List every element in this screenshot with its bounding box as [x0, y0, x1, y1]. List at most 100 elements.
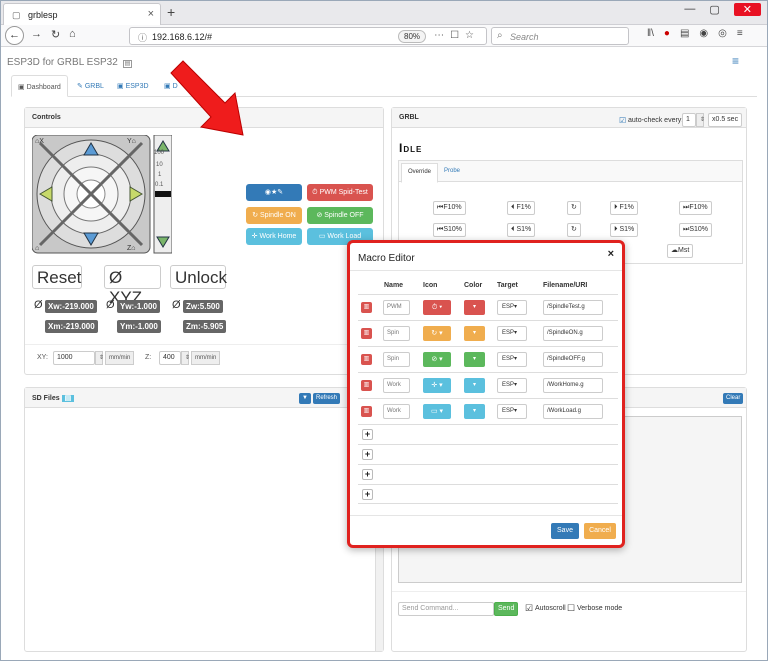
macro-name-input[interactable]: Work — [383, 404, 410, 419]
jog-dial[interactable] — [32, 135, 172, 255]
browser-tab[interactable]: ▢ grblesp × — [3, 3, 161, 25]
feed-minus-1-button[interactable]: ⏴ F1% — [507, 201, 535, 215]
xy-feed-input[interactable]: 1000 — [53, 351, 95, 365]
target-select[interactable]: ESP▾ — [497, 378, 527, 393]
save-button[interactable]: Save — [551, 523, 579, 539]
filename-input[interactable]: /SpindleOFF.g — [543, 352, 603, 367]
z-feed-spinner-icon[interactable]: ⇕ — [181, 351, 190, 365]
ban-icon[interactable]: ⊘ ▾ — [423, 352, 451, 367]
filter-icon[interactable]: ▼ — [299, 393, 311, 404]
target-select[interactable]: ESP▾ — [497, 300, 527, 315]
clear-button[interactable]: Clear — [723, 393, 744, 404]
clock-icon[interactable]: ⏱ ▾ — [423, 300, 451, 315]
delete-icon[interactable]: ▥ — [361, 302, 372, 313]
autocheck-spinner-icon[interactable]: ⇕ — [696, 113, 705, 127]
refresh-icon[interactable]: ↻ ▾ — [423, 326, 451, 341]
reset-button[interactable]: Reset — [32, 265, 82, 289]
tab-probe[interactable]: Probe — [444, 168, 460, 174]
refresh-button[interactable]: Refresh — [313, 393, 341, 404]
send-button[interactable]: Send — [494, 602, 519, 616]
color-select[interactable]: ▾ — [464, 378, 485, 393]
filename-input[interactable]: /WorkHome.g — [543, 378, 603, 393]
autocheck-checkbox[interactable]: ☑ — [619, 116, 626, 125]
unlock-button[interactable]: Unlock — [170, 265, 227, 289]
step-0-1[interactable]: 0.1 — [155, 182, 163, 188]
filename-input[interactable]: /SpindleTest.g — [543, 300, 603, 315]
add-icon[interactable]: + — [362, 469, 373, 480]
feed-plus-1-button[interactable]: ⏵ F1% — [610, 201, 638, 215]
tab-esp3d[interactable]: ▣ ESP3D — [111, 75, 155, 97]
home-x-label[interactable]: ⌂X — [35, 138, 44, 145]
macro-button-1[interactable]: ◉★✎ — [246, 184, 302, 201]
library-icon[interactable]: ‖\ — [647, 28, 654, 39]
zero-xyz-button[interactable]: Ø XYZ — [104, 265, 161, 307]
spindle-plus-1-button[interactable]: ⏵ S1% — [610, 223, 639, 237]
delete-icon[interactable]: ▥ — [361, 380, 372, 391]
back-icon[interactable]: ← — [5, 26, 24, 45]
step-10[interactable]: 10 — [156, 162, 163, 168]
minimize-icon[interactable]: — — [684, 3, 695, 16]
macro-button-spindle-on[interactable]: ↻ Spindle ON — [246, 207, 302, 224]
delete-icon[interactable]: ▥ — [361, 354, 372, 365]
color-select[interactable]: ▾ — [464, 300, 485, 315]
add-icon[interactable]: + — [362, 489, 373, 500]
zero-y-icon[interactable]: Ø — [106, 299, 115, 311]
add-icon[interactable]: + — [362, 429, 373, 440]
page-actions-icon[interactable]: ⋯☐☆ — [434, 30, 480, 41]
extension-icon[interactable]: ◉ — [699, 28, 708, 39]
zoom-badge[interactable]: 80% — [398, 30, 427, 43]
macro-button-spindle-off[interactable]: ⊘ Spindle OFF — [307, 207, 373, 224]
delete-icon[interactable]: ▥ — [361, 328, 372, 339]
adblock-icon[interactable]: ● — [664, 28, 670, 39]
macro-name-input[interactable]: PWM — [383, 300, 410, 315]
forward-icon[interactable]: → — [31, 28, 42, 40]
delete-icon[interactable]: ▥ — [361, 406, 372, 417]
new-tab-icon[interactable]: + — [167, 4, 175, 20]
tab-override[interactable]: Override — [401, 163, 439, 183]
macro-name-input[interactable]: Work — [383, 378, 410, 393]
macro-button-work-home[interactable]: ✛ Work Home — [246, 228, 302, 245]
modal-close-icon[interactable]: × — [608, 248, 614, 260]
autocheck-input[interactable]: 1 — [682, 113, 696, 127]
feed-minus-10-button[interactable]: ⏮F10% — [433, 201, 466, 215]
filename-input[interactable]: /WorkLoad.g — [543, 404, 603, 419]
cancel-button[interactable]: Cancel — [584, 523, 616, 539]
hdd-icon[interactable]: ▭ ▾ — [423, 404, 451, 419]
color-select[interactable]: ▾ — [464, 404, 485, 419]
mist-button[interactable]: ☁Mst — [667, 244, 694, 258]
feed-plus-10-button[interactable]: ⏭F10% — [679, 201, 712, 215]
spindle-minus-10-button[interactable]: ⏮S10% — [433, 223, 466, 237]
color-select[interactable]: ▾ — [464, 352, 485, 367]
verbose-checkbox[interactable]: ☐ — [567, 603, 575, 614]
macro-button-pwm[interactable]: ⏱ PWM Spid-Test — [307, 184, 373, 201]
reload-icon[interactable]: ↻ — [51, 28, 60, 41]
zero-x-icon[interactable]: Ø — [34, 299, 43, 311]
zero-z-icon[interactable]: Ø — [172, 299, 181, 311]
step-1[interactable]: 1 — [158, 172, 161, 178]
tab-dashboard[interactable]: ▣ Dashboard — [11, 75, 68, 97]
autoscroll-checkbox[interactable]: ☑ — [525, 603, 533, 614]
account-icon[interactable]: ◎ — [718, 28, 727, 39]
tab-grbl[interactable]: ✎ GRBL — [71, 75, 110, 97]
search-box[interactable]: ⌕ Search — [491, 27, 629, 45]
add-icon[interactable]: + — [362, 449, 373, 460]
target-select[interactable]: ESP▾ — [497, 326, 527, 341]
macro-name-input[interactable]: Spin — [383, 326, 410, 341]
close-window-icon[interactable]: ✕ — [733, 3, 761, 16]
macro-name-input[interactable]: Spin — [383, 352, 410, 367]
home-y-label[interactable]: Y⌂ — [127, 138, 136, 145]
spindle-reset-icon[interactable]: ↻ — [567, 223, 581, 237]
color-select[interactable]: ▾ — [464, 326, 485, 341]
info-icon[interactable]: ⓘ — [138, 31, 147, 44]
home-icon[interactable]: ⌂ — [69, 28, 76, 40]
menu-icon[interactable]: ≡ — [737, 28, 743, 39]
hamburger-menu-icon[interactable]: ≡ — [732, 54, 739, 68]
xy-feed-spinner-icon[interactable]: ⇕ — [95, 351, 104, 365]
target-select[interactable]: ESP▾ — [497, 352, 527, 367]
z-feed-input[interactable]: 400 — [159, 351, 181, 365]
home-all-icon[interactable]: ⌂ — [35, 245, 39, 252]
step-100[interactable]: 100 — [154, 150, 164, 156]
crosshair-icon[interactable]: ✛ ▾ — [423, 378, 451, 393]
spindle-plus-10-button[interactable]: ⏭S10% — [679, 223, 712, 237]
target-select[interactable]: ESP▾ — [497, 404, 527, 419]
